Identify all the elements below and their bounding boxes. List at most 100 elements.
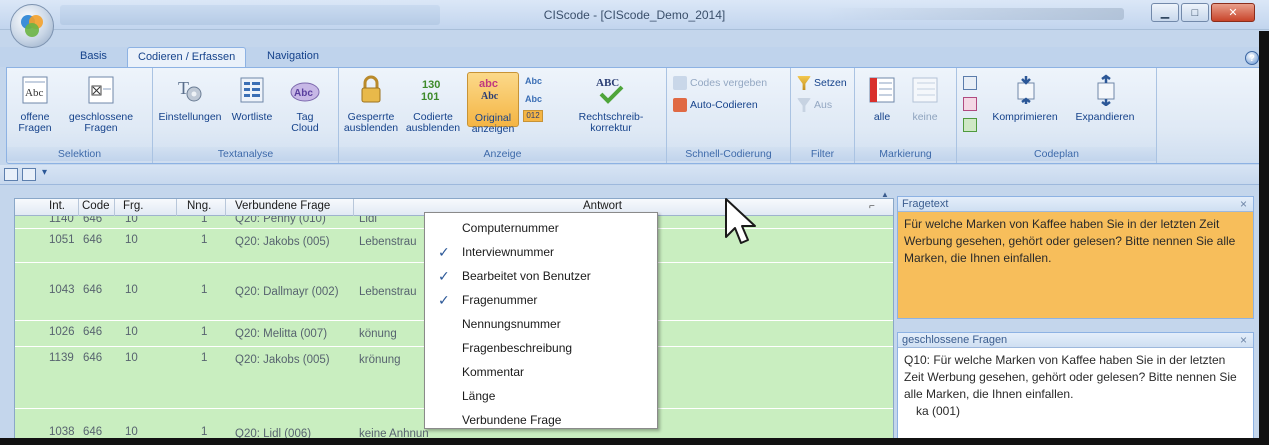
help-icon[interactable]: ? <box>1245 51 1259 65</box>
qat-dropdown-icon[interactable]: ▾ <box>42 167 47 178</box>
column-chooser-icon[interactable]: ⌐ <box>869 201 875 212</box>
qat-save-icon[interactable] <box>4 168 18 181</box>
mark-none-icon <box>912 77 938 103</box>
cell-frg: 10 <box>125 326 138 338</box>
hide-locked-button[interactable]: Gesperrte ausblenden <box>341 74 401 134</box>
cell-antwort: könung <box>359 328 397 340</box>
auto-codieren-button[interactable]: Auto-Codieren <box>673 98 758 112</box>
header-separator <box>78 199 79 216</box>
komprimieren-label: Komprimieren <box>992 111 1058 123</box>
menu-item-bearbeitet-von-benutzer[interactable]: ✓ Bearbeitet von Benutzer <box>425 265 657 289</box>
compress-icon <box>1017 76 1035 104</box>
menu-item-laenge[interactable]: Länge <box>425 385 657 409</box>
closed-question-answer[interactable]: ka (001) <box>904 403 1247 420</box>
menu-item-kommentar[interactable]: Kommentar <box>425 361 657 385</box>
header-separator <box>225 199 226 216</box>
header-verbundene-frage[interactable]: Verbundene Frage <box>235 200 330 212</box>
open-questions-icon: Abc <box>22 76 48 104</box>
menu-item-computernummer[interactable]: Computernummer <box>425 217 657 241</box>
header-separator <box>176 199 177 216</box>
auto-codieren-icon <box>673 98 687 112</box>
original-icon: abc Abc <box>479 78 499 102</box>
small-abc-icon-2[interactable]: Abc <box>525 94 542 104</box>
geschlossene-close-icon[interactable]: × <box>1240 333 1247 347</box>
codeplan-color-icon[interactable] <box>963 97 977 111</box>
group-label-markierung: Markierung <box>855 147 956 161</box>
geschlossene-panel-body: Q10: Für welche Marken von Kaffee haben … <box>898 348 1253 443</box>
group-anzeige: Gesperrte ausblenden 130 101 Codierte au… <box>339 68 667 163</box>
auto-codieren-label: Auto-Codieren <box>690 99 758 111</box>
window-shadow-right <box>1259 31 1269 445</box>
menu-item-verbundene-frage[interactable]: Verbundene Frage <box>425 409 657 433</box>
group-codeplan: Komprimieren Expandieren Codeplan <box>957 68 1157 163</box>
coded-icon: 130 101 <box>421 79 440 103</box>
tag-cloud-label2: Cloud <box>291 122 319 134</box>
group-selektion: Abc offene Fragen geschlossene Fragen Se… <box>7 68 153 163</box>
small-abc-icon-1[interactable]: Abc <box>525 76 542 86</box>
open-questions-button[interactable]: Abc offene Fragen <box>11 74 59 134</box>
show-original-button[interactable]: abc Abc Original anzeigen <box>467 72 519 135</box>
group-schnell-codierung: Codes vergeben Auto-Codieren Schnell-Cod… <box>667 68 791 163</box>
cell-frage: Q20: Melitta (007) <box>235 328 328 340</box>
tag-cloud-icon: Abc <box>290 82 320 102</box>
tag-cloud-button[interactable]: Abc Tag Cloud <box>281 74 329 134</box>
codeplan-list-icon[interactable] <box>963 118 977 132</box>
tab-navigation[interactable]: Navigation <box>257 47 329 68</box>
small-012-icon[interactable]: 012 <box>523 110 543 122</box>
komprimieren-button[interactable]: Komprimieren <box>983 74 1067 123</box>
scroll-up-icon[interactable]: ▲ <box>881 190 889 199</box>
svg-text:Abc: Abc <box>25 87 43 99</box>
header-nng[interactable]: Nng. <box>187 200 211 212</box>
settings-label: Einstellungen <box>158 111 222 123</box>
svg-text:Abc: Abc <box>481 91 499 102</box>
header-code[interactable]: Code <box>82 200 110 212</box>
settings-button[interactable]: T Einstellungen <box>157 74 223 123</box>
cell-frg: 10 <box>125 216 138 225</box>
menu-item-fragenummer[interactable]: ✓ Fragenummer <box>425 289 657 313</box>
cell-int: 1140 <box>49 216 74 225</box>
codeplan-edit-icon[interactable] <box>963 76 977 90</box>
qat-layout-icon[interactable] <box>22 168 36 181</box>
cell-frage: Q20: Penny (010) <box>235 216 326 225</box>
hide-coded-button[interactable]: 130 101 Codierte ausblenden <box>403 74 463 134</box>
mark-all-button[interactable]: alle <box>863 74 901 123</box>
menu-item-label: Fragenummer <box>462 293 538 307</box>
menu-item-nennungsnummer[interactable]: Nennungsnummer <box>425 313 657 337</box>
checkmark-icon: ✓ <box>438 268 450 284</box>
minimize-button[interactable]: ▁ <box>1151 3 1179 22</box>
cell-frg: 10 <box>125 234 138 246</box>
app-menu-button[interactable] <box>10 4 54 48</box>
hide-coded-label2: ausblenden <box>405 122 461 134</box>
menu-item-label: Fragenbeschreibung <box>462 341 573 355</box>
svg-text:101: 101 <box>421 91 439 103</box>
mark-none-button[interactable]: keine <box>905 74 945 123</box>
closed-questions-button[interactable]: geschlossene Fragen <box>63 74 139 134</box>
filter-aus-button[interactable]: Aus <box>797 98 832 112</box>
menu-item-fragenbeschreibung[interactable]: Fragenbeschreibung <box>425 337 657 361</box>
codes-vergeben-icon <box>673 76 687 90</box>
fragetext-panel-header: Fragetext × <box>898 197 1253 212</box>
menu-item-label: Nennungsnummer <box>462 317 561 331</box>
closed-question-text[interactable]: Q10: Für welche Marken von Kaffee haben … <box>904 352 1247 403</box>
tab-basis[interactable]: Basis <box>70 47 117 68</box>
codes-vergeben-button[interactable]: Codes vergeben <box>673 76 767 90</box>
closed-questions-icon <box>88 76 114 104</box>
ribbon-tab-row: Basis Codieren / Erfassen Navigation <box>0 47 1269 68</box>
close-button[interactable]: ✕ <box>1211 3 1255 22</box>
header-frg[interactable]: Frg. <box>123 200 143 212</box>
header-antwort[interactable]: Antwort <box>583 200 622 212</box>
spellcheck-label2: korrektur <box>590 122 632 134</box>
fragetext-close-icon[interactable]: × <box>1240 197 1247 211</box>
maximize-button[interactable]: □ <box>1181 3 1209 22</box>
group-filter: Setzen Aus Filter <box>791 68 855 163</box>
group-markierung: alle keine Markierung <box>855 68 957 163</box>
tab-codieren-erfassen[interactable]: Codieren / Erfassen <box>127 47 247 68</box>
closed-questions-label2: Fragen <box>84 122 118 134</box>
expandieren-button[interactable]: Expandieren <box>1067 74 1143 123</box>
menu-item-interviewnummer[interactable]: ✓ Interviewnummer <box>425 241 657 265</box>
cell-int: 1051 <box>49 234 75 246</box>
spellcheck-button[interactable]: ABC Rechtschreib- korrektur <box>571 74 651 134</box>
header-int[interactable]: Int. <box>49 200 65 212</box>
filter-setzen-button[interactable]: Setzen <box>797 76 847 90</box>
wordlist-button[interactable]: Wortliste <box>225 74 279 123</box>
